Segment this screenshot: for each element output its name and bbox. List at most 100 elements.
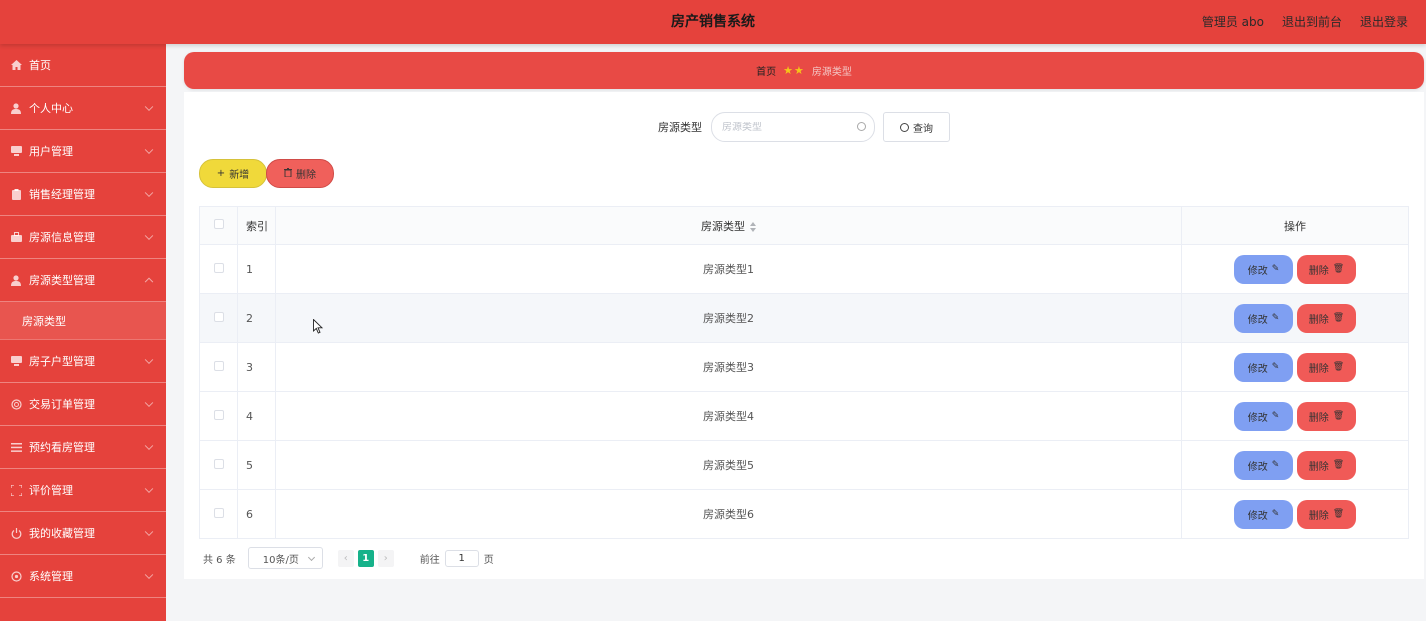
goto-prefix: 前往 [419,554,440,566]
search-input[interactable] [722,121,842,133]
sidebar-item-property-info[interactable]: 房源信息管理 [0,216,166,259]
chevron-down-icon [307,553,315,562]
search-icon [857,122,866,131]
delete-button[interactable]: 删除 🗑 [1297,499,1356,529]
chevron-down-icon [144,355,154,365]
row-ops: 修改 ✎ 删除 🗑 [1181,391,1409,441]
delete-button[interactable]: 删除 🗑 [1297,303,1356,333]
sidebar-item-sales-manager[interactable]: 销售经理管理 [0,173,166,216]
edit-label: 修改 [1247,363,1268,375]
list-icon [10,441,22,453]
chevron-up-icon [144,277,154,287]
row-ops: 修改 ✎ 删除 🗑 [1181,244,1409,294]
sidebar-item-reviews[interactable]: 评价管理 [0,469,166,512]
edit-button[interactable]: 修改 ✎ [1234,303,1293,333]
edit-label: 修改 [1247,265,1268,277]
sidebar-item-home[interactable]: 首页 [0,44,166,87]
row-checkbox[interactable] [213,360,224,371]
delete-button[interactable]: 删除 🗑 [1297,254,1356,284]
trash-icon: 🗑 [1332,313,1345,323]
sidebar-item-viewing-appointment[interactable]: 预约看房管理 [0,426,166,469]
header-type[interactable]: 房源类型 [275,206,1182,245]
row-type: 房源类型1 [275,244,1182,294]
sidebar-item-label: 房子户型管理 [29,355,95,368]
trash-icon: 🗑 [1332,362,1345,372]
frame-icon [10,484,22,496]
sidebar-subitem-property-type[interactable]: 房源类型 [0,302,166,340]
sidebar-item-label: 个人中心 [29,102,73,115]
chevron-down-icon [144,145,154,155]
header-type-label: 房源类型 [701,219,745,233]
sidebar-item-orders[interactable]: 交易订单管理 [0,383,166,426]
row-checkbox[interactable] [213,262,224,273]
row-type: 房源类型2 [275,293,1182,343]
sidebar-item-house-layout[interactable]: 房子户型管理 [0,340,166,383]
sidebar-item-property-type[interactable]: 房源类型管理 [0,259,166,302]
delete-button[interactable]: 删除 🗑 [1297,450,1356,480]
delete-button[interactable]: 删除 🗑 [1297,401,1356,431]
chevron-down-icon [144,484,154,494]
row-checkbox[interactable] [213,507,224,518]
monitor-icon [10,355,22,367]
add-button[interactable]: + 新增 [199,159,267,188]
row-checkbox[interactable] [213,458,224,469]
table-row: 5 房源类型5 修改 ✎ 删除 🗑 [199,440,1409,490]
edit-button[interactable]: 修改 ✎ [1234,352,1293,382]
sidebar-item-label: 销售经理管理 [29,188,95,201]
page-size-value: 10条/页 [262,554,299,566]
batch-delete-button[interactable]: 删除 [266,159,334,188]
delete-label: 删除 [1308,510,1329,522]
sort-icon[interactable] [750,221,756,232]
sidebar-item-label: 用户管理 [29,145,73,158]
table-header-row: 索引 房源类型 操作 [199,206,1409,245]
row-index: 5 [237,440,276,490]
briefcase-icon [10,231,22,243]
pencil-icon: ✎ [1271,411,1280,421]
row-index: 1 [237,244,276,294]
chevron-down-icon [144,527,154,537]
sidebar-item-favorites[interactable]: 我的收藏管理 [0,512,166,555]
row-type: 房源类型3 [275,342,1182,392]
sidebar-item-user-management[interactable]: 用户管理 [0,130,166,173]
row-checkbox-cell [199,440,238,490]
delete-label: 删除 [1308,412,1329,424]
sidebar-item-personal-center[interactable]: 个人中心 [0,87,166,130]
next-page-button[interactable]: › [377,549,394,567]
edit-button[interactable]: 修改 ✎ [1234,254,1293,284]
back-to-front-link[interactable]: 退出到前台 [1282,0,1342,44]
prev-page-button[interactable]: ‹ [337,549,354,567]
search-field[interactable] [711,112,875,142]
page-number-button[interactable]: 1 [357,549,374,567]
row-checkbox[interactable] [213,409,224,420]
plus-icon: + [216,168,226,179]
logout-link[interactable]: 退出登录 [1360,0,1408,44]
pencil-icon: ✎ [1271,362,1280,372]
table-row: 6 房源类型6 修改 ✎ 删除 🗑 [199,489,1409,539]
search-button[interactable]: 查询 [883,112,950,142]
edit-button[interactable]: 修改 ✎ [1234,401,1293,431]
delete-label: 删除 [1308,265,1329,277]
sidebar-item-label: 我的收藏管理 [29,527,95,540]
search-label: 房源类型 [658,121,702,134]
row-checkbox[interactable] [213,311,224,322]
sidebar-item-label: 房源信息管理 [29,231,95,244]
page-size-select[interactable]: 10条/页 [247,547,323,569]
breadcrumb-home[interactable]: 首页 [756,63,776,78]
edit-button[interactable]: 修改 ✎ [1234,450,1293,480]
sidebar-item-system[interactable]: 系统管理 [0,555,166,598]
goto-page-input[interactable] [444,549,479,567]
edit-button[interactable]: 修改 ✎ [1234,499,1293,529]
delete-button[interactable]: 删除 🗑 [1297,352,1356,382]
select-all-checkbox[interactable] [213,219,224,229]
breadcrumb: 首页 ★★ 房源类型 [184,52,1424,89]
header-index: 索引 [237,206,276,245]
star-icon: ★★ [783,64,805,77]
pencil-icon: ✎ [1271,460,1280,470]
action-row: + 新增 删除 [199,159,334,188]
power-icon [10,527,22,539]
row-checkbox-cell [199,342,238,392]
chevron-down-icon [144,441,154,451]
top-header: 房产销售系统 管理员 abo 退出到前台 退出登录 [0,0,1426,44]
header-links: 管理员 abo 退出到前台 退出登录 [1202,0,1408,44]
sidebar-item-label: 预约看房管理 [29,441,95,454]
